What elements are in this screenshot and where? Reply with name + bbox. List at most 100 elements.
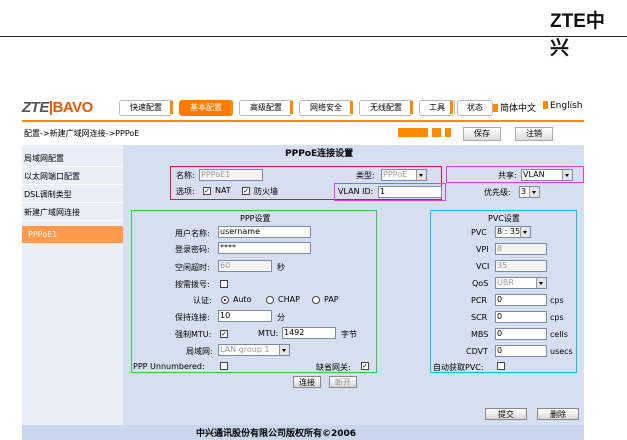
mtu-unit: 字节 [341,330,357,339]
auth-auto-radio[interactable] [221,296,229,304]
nat-label: NAT [215,186,231,195]
auth-chap-label: CHAP [278,295,300,304]
auto-pvc-checkbox[interactable] [497,362,505,370]
keepalive-label: 保持连接: [175,313,210,322]
nav-separator [450,101,453,114]
auth-chap-radio[interactable] [266,296,274,304]
force-mtu-checkbox[interactable]: ✓ [220,330,228,338]
mbs-unit: cells [550,330,568,339]
logout-button[interactable]: 注销 [515,127,553,141]
auth-label: 认证: [193,296,212,305]
scr-field[interactable]: 0 [495,311,547,323]
chevron-down-icon [520,227,530,237]
scr-label: SCR [471,313,488,322]
cdvt-unit: usecs [550,347,573,356]
vlan-id-label: VLAN ID: [338,187,374,196]
nat-checkbox[interactable]: ✓ [203,187,211,195]
sidebar-item-ethernet[interactable]: 以太网端口配置 [22,169,123,185]
chevron-down-icon [529,187,539,197]
type-label: 类型: [356,171,375,180]
force-mtu-label: 强制MTU: [175,330,212,339]
pcr-field[interactable]: 0 [495,294,547,306]
auth-pap-label: PAP [324,295,339,304]
name-label: 名称: [176,171,195,180]
password-field[interactable]: **** [218,242,311,254]
share-select[interactable]: VLAN [521,169,573,181]
pvc-select[interactable]: 8 : 35 [495,226,531,238]
disconnect-button[interactable]: 断开 [329,376,357,388]
nav-separator [170,101,173,114]
pcr-label: PCR [471,296,487,305]
vpi-label: VPI [476,245,489,254]
lang-english[interactable]: English [543,101,583,111]
options-label: 选项: [176,187,195,196]
copyright-footer: 中兴通讯股份有限公司版权所有©2006 [196,429,357,439]
vpi-field[interactable]: 8 [495,243,547,255]
submit-button[interactable]: 提交 [485,408,527,420]
save-button[interactable]: 保存 [463,127,501,141]
lang-marker-icon [493,104,498,112]
password-label: 登录密码: [175,245,210,254]
pcr-unit: cps [550,296,564,305]
idle-timeout-label: 空闲超时: [175,263,210,272]
lan-select[interactable]: LAN group 1 [218,344,290,356]
sidebar: 局域网配置 以太网端口配置 DSL调制类型 新建广域网连接 [22,145,123,425]
nav-separator [230,101,233,114]
tab-status[interactable]: 状态 [457,100,493,116]
keepalive-unit: 分 [277,313,285,322]
lang-chinese[interactable]: 简体中文 [493,101,536,114]
lan-label: 局域网: [186,347,213,356]
cdvt-field[interactable]: 0 [495,345,547,357]
type-select[interactable]: PPPoE [381,169,427,181]
decorative-bar [432,128,441,137]
pvc-title: PVC设置 [488,214,520,223]
header-rule [0,36,627,37]
chevron-down-icon [536,278,546,288]
keepalive-field[interactable]: 10 [218,310,272,322]
username-field[interactable]: username [218,226,311,238]
decorative-bar [445,128,451,137]
idle-timeout-unit: 秒 [277,263,285,272]
tab-wireless-config[interactable]: 无线配置 [359,100,413,116]
lang-marker-icon [543,101,548,109]
firewall-label: 防火墙 [254,187,278,196]
sidebar-item-pppoe1[interactable]: PPPoE1 [22,226,123,243]
auth-auto-label: Auto [233,295,252,304]
priority-select[interactable]: 3 [519,186,540,198]
vci-field[interactable]: 35 [495,260,547,272]
nav-separator [350,101,353,114]
default-gateway-label: 缺省网关: [316,363,351,372]
delete-button[interactable]: 删除 [537,408,579,420]
ppp-unnumbered-checkbox[interactable] [220,362,228,370]
auth-pap-radio[interactable] [312,296,320,304]
vlan-id-field[interactable]: 1 [378,186,442,198]
chevron-down-icon [416,170,426,180]
page-title: PPPoE连接设置 [285,149,354,159]
mtu-field[interactable]: 1492 [282,327,336,339]
qos-select[interactable]: UBR [495,277,547,289]
tab-quick-config[interactable]: 快速配置 [119,100,173,116]
mbs-field[interactable]: 0 [495,328,547,340]
sidebar-item-new-wan[interactable]: 新建广域网连接 [22,205,123,221]
ppp-title: PPP设置 [240,214,271,223]
mbs-label: MBS [471,330,489,339]
dial-on-demand-checkbox[interactable] [220,280,228,288]
brand-logo: ZTE|BAVO [22,99,93,116]
default-gateway-checkbox[interactable]: ✓ [361,362,369,370]
sidebar-item-lan[interactable]: 局域网配置 [22,151,123,167]
idle-timeout-field[interactable]: 60 [218,260,272,272]
firewall-checkbox[interactable]: ✓ [242,187,250,195]
vci-label: VCI [476,262,490,271]
priority-label: 优先级: [484,188,511,197]
pvc-label: PVC [471,228,487,237]
sidebar-item-dsl[interactable]: DSL调制类型 [22,187,123,203]
nav-separator [410,101,413,114]
name-field[interactable]: PPPoE1 [199,169,263,181]
tab-basic-config[interactable]: 基本配置 [179,100,233,116]
tab-advanced-config[interactable]: 高级配置 [239,100,293,116]
username-label: 用户名称: [175,229,210,238]
tab-network-security[interactable]: 网络安全 [299,100,353,116]
connect-button[interactable]: 连接 [293,376,321,388]
decorative-bar [398,128,428,137]
cdvt-label: CDVT [466,347,488,356]
